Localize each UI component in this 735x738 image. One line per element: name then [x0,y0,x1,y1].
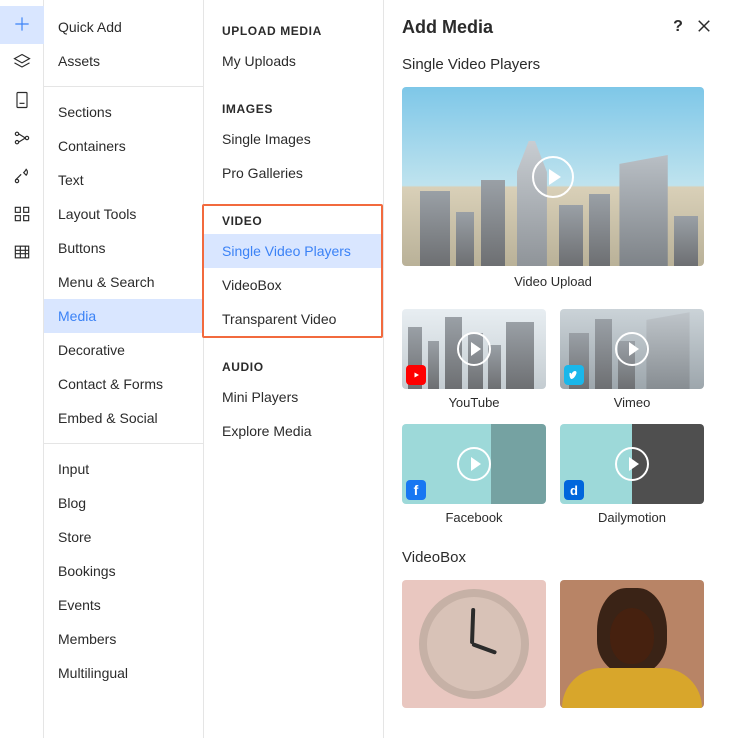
category-layout-tools[interactable]: Layout Tools [44,197,203,231]
paint-drop-icon [12,166,32,189]
category-separator [44,443,203,444]
play-icon [532,156,574,198]
rail-theme[interactable] [0,158,44,196]
vm-badge-icon [564,365,584,385]
category-multilingual[interactable]: Multilingual [44,656,203,690]
rail-apps[interactable] [0,196,44,234]
provider-label-yt: YouTube [402,395,546,410]
sub-item-mini-players[interactable]: Mini Players [204,380,383,414]
sub-heading: AUDIO [204,354,383,380]
category-members[interactable]: Members [44,622,203,656]
category-assets[interactable]: Assets [44,44,203,78]
table-icon [12,242,32,265]
category-quick-add[interactable]: Quick Add [44,10,203,44]
dm-badge-icon: d [564,480,584,500]
subcategory-column: UPLOAD MEDIAMy Uploads IMAGESSingle Image… [204,0,384,738]
play-icon [615,332,649,366]
rail-connections[interactable] [0,120,44,158]
category-events[interactable]: Events [44,588,203,622]
close-button[interactable] [691,14,717,40]
category-media[interactable]: Media [44,299,203,333]
panel-body: Single Video Players Video Upload YouTub… [384,46,735,738]
sub-group-images: IMAGESSingle ImagesPro Galleries [204,96,383,190]
video-upload-label: Video Upload [402,274,704,289]
videobox-row [402,580,717,708]
category-containers[interactable]: Containers [44,129,203,163]
category-text[interactable]: Text [44,163,203,197]
category-sections[interactable]: Sections [44,95,203,129]
sub-item-pro-galleries[interactable]: Pro Galleries [204,156,383,190]
help-icon: ? [673,18,683,36]
apps-grid-icon [12,204,32,227]
sub-item-videobox[interactable]: VideoBox [204,268,383,302]
rail-layers[interactable] [0,44,44,82]
category-buttons[interactable]: Buttons [44,231,203,265]
sub-item-single-video-players[interactable]: Single Video Players [204,234,383,268]
clock-thumb [402,580,546,708]
portrait-thumb [560,580,704,708]
sub-item-single-images[interactable]: Single Images [204,122,383,156]
provider-card-wrap-fb: f Facebook [402,424,546,525]
yt-badge-icon [406,365,426,385]
sub-heading: IMAGES [204,96,383,122]
editor-add-panel-root: Quick AddAssets SectionsContainersTextLay… [0,0,735,738]
sub-heading: VIDEO [204,208,383,234]
provider-grid: YouTube Vimeo f Facebook d Dailymotion [402,309,704,525]
category-column: Quick AddAssets SectionsContainersTextLay… [44,0,204,738]
category-contact-forms[interactable]: Contact & Forms [44,367,203,401]
provider-card-wrap-dm: d Dailymotion [560,424,704,525]
category-decorative[interactable]: Decorative [44,333,203,367]
connection-icon [12,128,32,151]
provider-card-wrap-yt: YouTube [402,309,546,410]
plus-icon [12,14,32,37]
close-icon [695,17,713,38]
provider-card-wrap-vm: Vimeo [560,309,704,410]
category-store[interactable]: Store [44,520,203,554]
category-separator [44,86,203,87]
rail-page[interactable] [0,82,44,120]
help-button[interactable]: ? [665,14,691,40]
add-media-panel: Add Media ? Single Video Players [384,0,735,738]
sub-group-upload-media: UPLOAD MEDIAMy Uploads [204,18,383,78]
play-icon [457,447,491,481]
sub-group-audio: AUDIOMini PlayersExplore Media [204,354,383,448]
panel-title: Add Media [402,17,665,38]
provider-card-dm[interactable]: d [560,424,704,504]
fb-badge-icon: f [406,480,426,500]
provider-card-vm[interactable] [560,309,704,389]
sub-item-my-uploads[interactable]: My Uploads [204,44,383,78]
provider-card-yt[interactable] [402,309,546,389]
category-embed-social[interactable]: Embed & Social [44,401,203,435]
video-upload-card[interactable] [402,87,704,266]
rail-data[interactable] [0,234,44,272]
category-bookings[interactable]: Bookings [44,554,203,588]
play-icon [457,332,491,366]
provider-label-dm: Dailymotion [560,510,704,525]
sub-heading: UPLOAD MEDIA [204,18,383,44]
sub-group-video: VIDEOSingle Video PlayersVideoBoxTranspa… [204,208,383,336]
play-icon [615,447,649,481]
category-blog[interactable]: Blog [44,486,203,520]
layers-icon [12,52,32,75]
category-input[interactable]: Input [44,452,203,486]
sub-item-explore-media[interactable]: Explore Media [204,414,383,448]
panel-header: Add Media ? [384,0,735,46]
videobox-clock-card[interactable] [402,580,546,708]
section-title-videobox: VideoBox [402,549,717,566]
category-menu-search[interactable]: Menu & Search [44,265,203,299]
section-title-single-video: Single Video Players [402,56,717,73]
page-icon [12,90,32,113]
provider-label-fb: Facebook [402,510,546,525]
provider-label-vm: Vimeo [560,395,704,410]
provider-card-fb[interactable]: f [402,424,546,504]
left-icon-rail [0,0,44,738]
videobox-portrait-card[interactable] [560,580,704,708]
sub-item-transparent-video[interactable]: Transparent Video [204,302,383,336]
rail-add[interactable] [0,6,44,44]
